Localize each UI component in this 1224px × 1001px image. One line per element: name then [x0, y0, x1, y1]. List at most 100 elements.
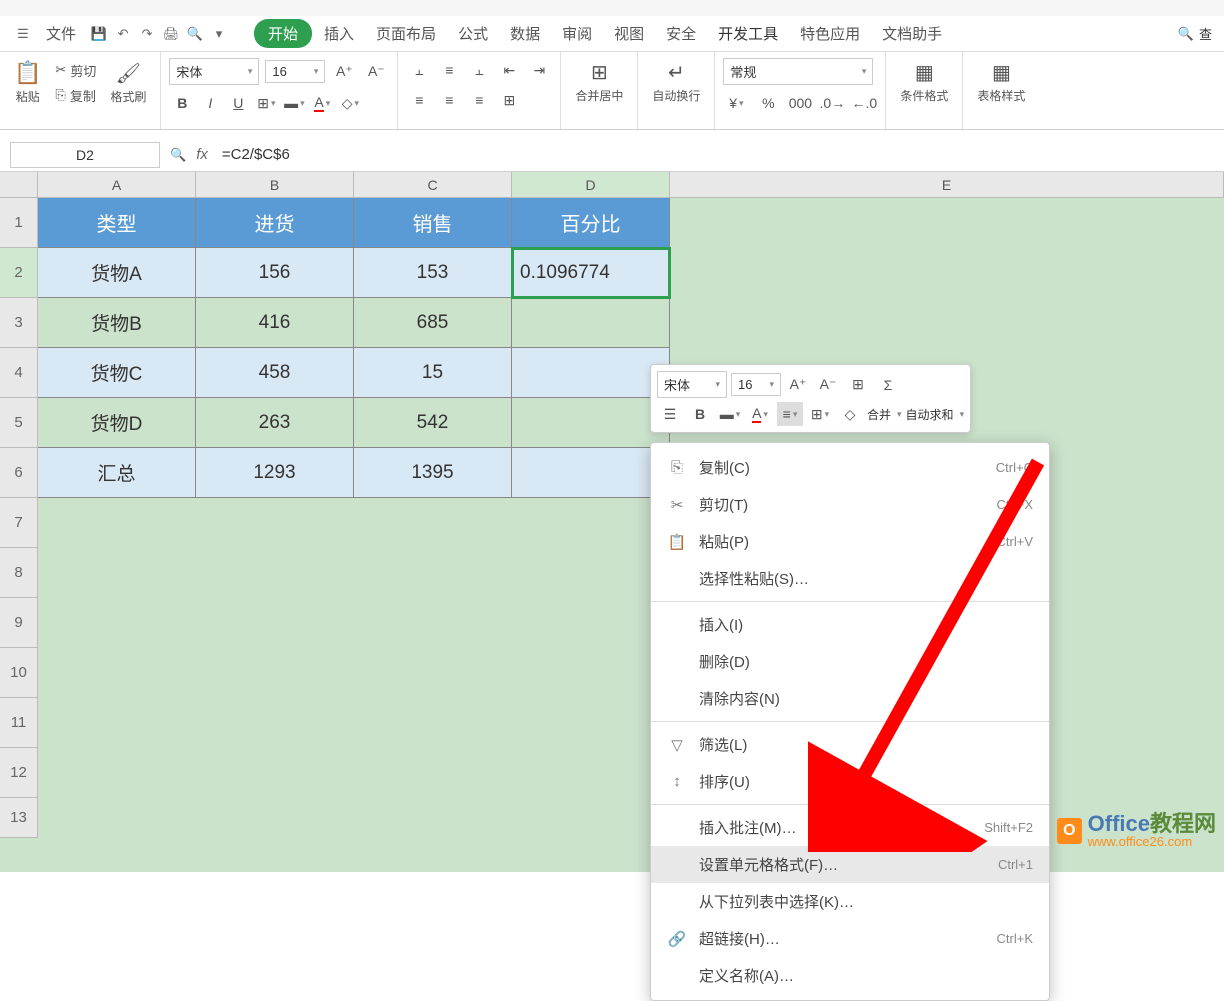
selected-cell[interactable]: 0.1096774: [512, 248, 670, 298]
tab-view[interactable]: 视图: [604, 19, 654, 48]
ctx-item[interactable]: 🔗超链接(H)…Ctrl+K: [651, 920, 1049, 957]
percent-icon[interactable]: %: [755, 91, 781, 115]
row-header[interactable]: 9: [0, 598, 38, 648]
col-header-b[interactable]: B: [196, 172, 354, 198]
tab-insert[interactable]: 插入: [314, 19, 364, 48]
cell[interactable]: 货物C: [38, 348, 196, 398]
print-icon[interactable]: 🖨: [160, 23, 182, 45]
row-header[interactable]: 1: [0, 198, 38, 248]
cell[interactable]: [512, 348, 670, 398]
undo-icon[interactable]: ↶: [112, 23, 134, 45]
preview-icon[interactable]: 🔍: [184, 23, 206, 45]
number-format-select[interactable]: 常规▾: [723, 58, 873, 85]
decrease-font-icon[interactable]: A⁻: [363, 60, 389, 84]
tab-data[interactable]: 数据: [500, 19, 550, 48]
row-header[interactable]: 4: [0, 348, 38, 398]
mini-align-icon[interactable]: ≡▾: [777, 402, 803, 426]
mini-bold-icon[interactable]: B: [687, 402, 713, 426]
mini-font-select[interactable]: 宋体▾: [657, 371, 727, 398]
save-icon[interactable]: 💾: [88, 23, 110, 45]
font-color-button[interactable]: A▾: [309, 91, 335, 115]
align-center-icon[interactable]: ≡: [436, 88, 462, 112]
mini-sum-icon[interactable]: Σ: [875, 373, 901, 397]
cell[interactable]: 156: [196, 248, 354, 298]
ctx-item[interactable]: ⎘复制(C)Ctrl+C: [651, 449, 1049, 486]
ctx-item[interactable]: 插入批注(M)…Shift+F2: [651, 809, 1049, 846]
fx-icon[interactable]: fx: [196, 146, 208, 163]
copy-button[interactable]: ⎘复制: [51, 84, 100, 107]
row-header[interactable]: 3: [0, 298, 38, 348]
cell[interactable]: 1395: [354, 448, 512, 498]
cell[interactable]: 542: [354, 398, 512, 448]
row-header[interactable]: 10: [0, 648, 38, 698]
cell[interactable]: [512, 398, 670, 448]
row-header[interactable]: 11: [0, 698, 38, 748]
ctx-item[interactable]: ▽筛选(L): [651, 726, 1049, 763]
tab-dochelper[interactable]: 文档助手: [872, 19, 952, 48]
underline-button[interactable]: U: [225, 91, 251, 115]
cell[interactable]: 货物A: [38, 248, 196, 298]
font-name-select[interactable]: 宋体▾: [169, 58, 259, 85]
cell[interactable]: [512, 298, 670, 348]
cell[interactable]: 货物B: [38, 298, 196, 348]
cell[interactable]: 263: [196, 398, 354, 448]
tab-security[interactable]: 安全: [656, 19, 706, 48]
align-middle-icon[interactable]: ≡: [436, 58, 462, 82]
row-header[interactable]: 5: [0, 398, 38, 448]
mini-format-icon[interactable]: ☰: [657, 402, 683, 426]
italic-button[interactable]: I: [197, 91, 223, 115]
ctx-item[interactable]: 插入(I): [651, 606, 1049, 643]
cell[interactable]: 685: [354, 298, 512, 348]
name-box[interactable]: D2: [10, 142, 160, 168]
more-icon[interactable]: ▾: [208, 23, 230, 45]
tab-special[interactable]: 特色应用: [790, 19, 870, 48]
ctx-item[interactable]: 删除(D): [651, 643, 1049, 680]
col-header-c[interactable]: C: [354, 172, 512, 198]
font-size-select[interactable]: 16▾: [265, 60, 325, 83]
align-top-icon[interactable]: ⫠: [406, 58, 432, 82]
formula-input[interactable]: =C2/$C$6: [218, 142, 1214, 167]
ctx-item[interactable]: 设置单元格格式(F)…Ctrl+1: [651, 846, 1049, 883]
increase-font-icon[interactable]: A⁺: [331, 60, 357, 84]
cell[interactable]: [512, 448, 670, 498]
header-cell[interactable]: 销售: [354, 198, 512, 248]
row-header[interactable]: 13: [0, 798, 38, 838]
search-icon[interactable]: 🔍: [1175, 23, 1197, 45]
inc-decimal-icon[interactable]: .0→: [819, 91, 845, 115]
tab-review[interactable]: 审阅: [552, 19, 602, 48]
ctx-item[interactable]: 选择性粘贴(S)…: [651, 560, 1049, 597]
fill-color-button[interactable]: ▬▾: [281, 91, 307, 115]
redo-icon[interactable]: ↷: [136, 23, 158, 45]
ctx-item[interactable]: 从下拉列表中选择(K)…: [651, 883, 1049, 920]
clear-format-button[interactable]: ◇▾: [337, 91, 363, 115]
tab-developer[interactable]: 开发工具: [708, 19, 788, 48]
orientation-icon[interactable]: ⊞: [496, 88, 522, 112]
indent-inc-icon[interactable]: ⇥: [526, 58, 552, 82]
comma-icon[interactable]: 000: [787, 91, 813, 115]
header-cell[interactable]: 进货: [196, 198, 354, 248]
indent-dec-icon[interactable]: ⇤: [496, 58, 522, 82]
mini-clear-icon[interactable]: ◇: [837, 402, 863, 426]
mini-autosum-label[interactable]: 自动求和: [906, 406, 954, 423]
table-format-button[interactable]: ▦ 表格样式: [971, 58, 1031, 106]
mini-dec-font-icon[interactable]: A⁻: [815, 373, 841, 397]
ctx-item[interactable]: 清除内容(N): [651, 680, 1049, 717]
bold-button[interactable]: B: [169, 91, 195, 115]
mini-border-icon[interactable]: ⊞▾: [807, 402, 833, 426]
mini-fill-icon[interactable]: ▬▾: [717, 402, 743, 426]
currency-icon[interactable]: ¥▾: [723, 91, 749, 115]
mini-size-select[interactable]: 16▾: [731, 373, 781, 396]
col-header-e[interactable]: E: [670, 172, 1224, 198]
align-bottom-icon[interactable]: ⫠: [466, 58, 492, 82]
border-button[interactable]: ⊞▾: [253, 91, 279, 115]
cell[interactable]: 汇总: [38, 448, 196, 498]
mini-merge-icon[interactable]: ⊞: [845, 373, 871, 397]
row-header[interactable]: 2: [0, 248, 38, 298]
cut-button[interactable]: ✂剪切: [51, 59, 100, 82]
ctx-item[interactable]: ✂剪切(T)Ctrl+X: [651, 486, 1049, 523]
select-all-corner[interactable]: [0, 172, 38, 198]
header-cell[interactable]: 类型: [38, 198, 196, 248]
ctx-item[interactable]: 定义名称(A)…: [651, 957, 1049, 994]
tab-formula[interactable]: 公式: [448, 19, 498, 48]
col-header-d[interactable]: D: [512, 172, 670, 198]
